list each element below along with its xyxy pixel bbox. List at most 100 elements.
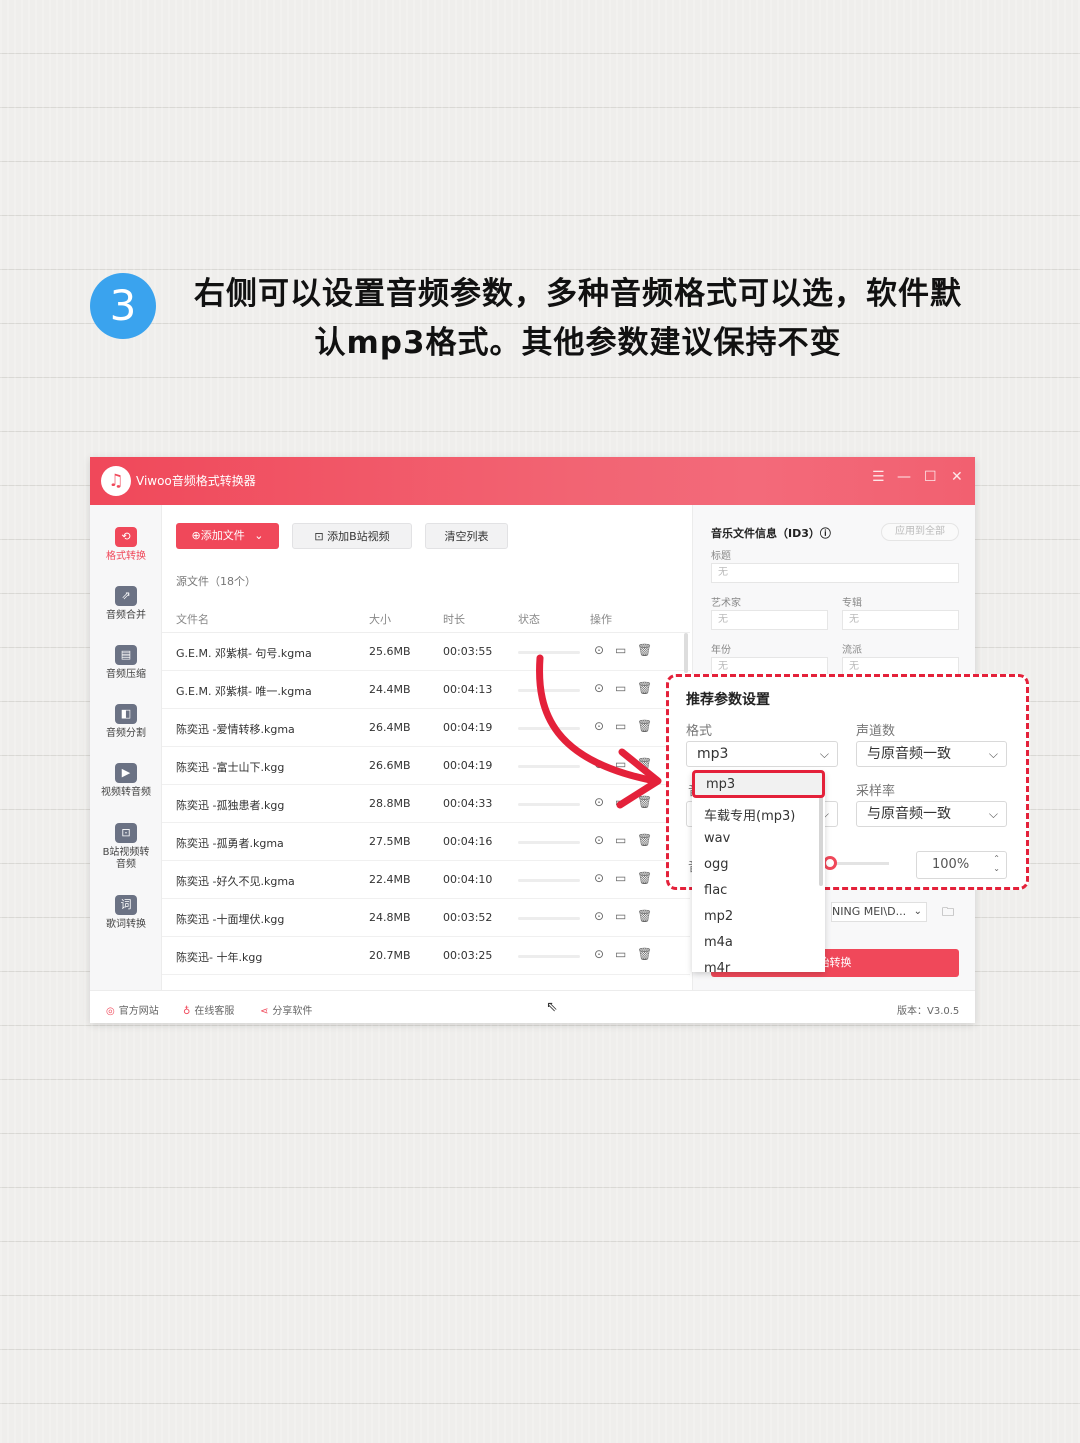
trash-icon[interactable]: 🗑 xyxy=(637,947,652,961)
dropdown-option[interactable]: wav xyxy=(704,831,730,846)
play-icon[interactable]: ⊙ xyxy=(594,757,604,771)
table-scrollbar[interactable] xyxy=(684,633,688,673)
volume-slider-handle[interactable] xyxy=(823,856,837,870)
folder-icon[interactable]: ▭ xyxy=(615,719,626,733)
volume-slider-track[interactable] xyxy=(829,862,889,865)
minimize-icon[interactable]: — xyxy=(897,469,911,485)
add-file-button[interactable]: ⊕添加文件 ⌄ xyxy=(176,523,279,549)
dropdown-option[interactable]: m4a xyxy=(704,935,733,950)
table-row[interactable]: 陈奕迅 -好久不见.kgma 22.4MB 00:04:10 ⊙ ▭ 🗑 xyxy=(162,861,690,899)
official-site-label: 官方网站 xyxy=(118,1006,159,1017)
dropdown-selected-option[interactable]: mp3 xyxy=(692,770,825,798)
table-row[interactable]: 陈奕迅 -孤勇者.kgma 27.5MB 00:04:16 ⊙ ▭ 🗑 xyxy=(162,823,690,861)
volume-percent-stepper[interactable]: 100% ⌃ ⌄ xyxy=(916,851,1007,879)
trash-icon[interactable]: 🗑 xyxy=(637,681,652,695)
globe-icon: ◎ xyxy=(106,1006,115,1017)
sidebar-item-lyrics-convert[interactable]: 词 歌词转换 xyxy=(90,895,162,931)
table-row[interactable]: 陈奕迅 -富士山下.kgg 26.6MB 00:04:19 ⊙ ▭ 🗑 xyxy=(162,747,690,785)
table-row[interactable]: 陈奕迅 -孤独患者.kgg 28.8MB 00:04:33 ⊙ ▭ 🗑 xyxy=(162,785,690,823)
sidebar-item-label: 音频分割 xyxy=(106,728,146,739)
convert-icon: ⟲ xyxy=(115,527,137,547)
file-duration: 00:03:52 xyxy=(443,911,493,924)
version-label: 版本：V3.0.5 xyxy=(897,1006,960,1017)
online-service-link[interactable]: ♁ 在线客服 xyxy=(183,1002,234,1017)
status-progress-bar xyxy=(518,765,580,768)
table-row[interactable]: 陈奕迅 -爱情转移.kgma 26.4MB 00:04:19 ⊙ ▭ 🗑 xyxy=(162,709,690,747)
folder-icon[interactable]: ▭ xyxy=(615,681,626,695)
file-duration: 00:04:10 xyxy=(443,873,493,886)
trash-icon[interactable]: 🗑 xyxy=(637,795,652,809)
sidebar-item-format-convert[interactable]: ⟲ 格式转换 xyxy=(90,527,162,563)
title-field[interactable]: 无 xyxy=(711,563,959,583)
file-name: 陈奕迅 -爱情转移.kgma xyxy=(176,723,295,736)
play-icon[interactable]: ⊙ xyxy=(594,871,604,885)
close-icon[interactable]: ✕ xyxy=(951,469,963,485)
dropdown-option[interactable]: 车载专用(mp3) xyxy=(704,805,795,824)
folder-icon[interactable]: ▭ xyxy=(615,757,626,771)
dropdown-option[interactable]: flac xyxy=(704,883,727,898)
sidebar-item-label: 视频转音频 xyxy=(101,787,151,798)
file-duration: 00:03:25 xyxy=(443,949,493,962)
official-site-link[interactable]: ◎ 官方网站 xyxy=(106,1002,159,1017)
maximize-icon[interactable]: ☐ xyxy=(924,469,937,485)
dropdown-option[interactable]: mp2 xyxy=(704,909,733,924)
share-link[interactable]: ⋖ 分享软件 xyxy=(260,1002,312,1017)
play-icon[interactable]: ⊙ xyxy=(594,681,604,695)
folder-icon[interactable]: ▭ xyxy=(615,871,626,885)
trash-icon[interactable]: 🗑 xyxy=(637,833,652,847)
online-service-label: 在线客服 xyxy=(194,1006,235,1017)
file-name: 陈奕迅 -孤独患者.kgg xyxy=(176,799,285,812)
folder-icon[interactable]: ▭ xyxy=(615,909,626,923)
file-size: 20.7MB xyxy=(369,949,411,962)
add-bilibili-button[interactable]: ⊡ 添加B站视频 xyxy=(292,523,412,549)
volume-percent-value: 100% xyxy=(932,857,970,872)
trash-icon[interactable]: 🗑 xyxy=(637,719,652,733)
sidebar-item-audio-split[interactable]: ◧ 音频分割 xyxy=(90,704,162,740)
year-label: 年份 xyxy=(711,645,731,656)
trash-icon[interactable]: 🗑 xyxy=(637,871,652,885)
sidebar-item-audio-compress[interactable]: ▤ 音频压缩 xyxy=(90,645,162,681)
dropdown-option[interactable]: m4r xyxy=(704,961,730,972)
trash-icon[interactable]: 🗑 xyxy=(637,757,652,771)
app-logo-icon: ♫ xyxy=(101,466,131,496)
album-field[interactable]: 无 xyxy=(842,610,959,630)
file-duration: 00:04:19 xyxy=(443,759,493,772)
clear-list-button[interactable]: 清空列表 xyxy=(425,523,508,549)
sidebar-item-audio-merge[interactable]: ⇗ 音频合并 xyxy=(90,586,162,622)
play-icon[interactable]: ⊙ xyxy=(594,719,604,733)
table-row[interactable]: 陈奕迅- 十年.kgg 20.7MB 00:03:25 ⊙ ▭ 🗑 xyxy=(162,937,690,975)
menu-icon[interactable]: ☰ xyxy=(872,469,885,485)
play-icon[interactable]: ⊙ xyxy=(594,947,604,961)
heading-line-1: 右侧可以设置音频参数，多种音频格式可以选，软件默 xyxy=(194,276,962,312)
file-size: 27.5MB xyxy=(369,835,411,848)
file-size: 24.8MB xyxy=(369,911,411,924)
stepper-arrows-icon[interactable]: ⌃ ⌄ xyxy=(993,854,1000,874)
lyrics-icon: 词 xyxy=(115,895,137,915)
sidebar-item-bilibili-to-audio[interactable]: ⊡ B站视频转 音频 xyxy=(90,823,162,871)
folder-icon[interactable]: ▭ xyxy=(615,643,626,657)
dropdown-option[interactable]: ogg xyxy=(704,857,728,872)
format-select[interactable]: mp3 ⌵ xyxy=(686,741,838,767)
channels-select[interactable]: 与原音频一致 ⌵ xyxy=(856,741,1007,767)
table-row[interactable]: G.E.M. 邓紫棋- 句号.kgma 25.6MB 00:03:55 ⊙ ▭ 🗑 xyxy=(162,633,690,671)
sample-rate-select[interactable]: 与原音频一致 ⌵ xyxy=(856,801,1007,827)
folder-icon[interactable]: ▭ xyxy=(615,795,626,809)
output-folder-select[interactable]: NING MEI\D... ⌄ xyxy=(831,902,927,922)
trash-icon[interactable]: 🗑 xyxy=(637,909,652,923)
play-icon[interactable]: ⊙ xyxy=(594,909,604,923)
folder-icon[interactable]: ▭ xyxy=(615,833,626,847)
file-size: 26.6MB xyxy=(369,759,411,772)
apply-all-button[interactable]: 应用到全部 xyxy=(881,523,959,541)
bilibili-icon: ⊡ xyxy=(115,823,137,843)
play-icon[interactable]: ⊙ xyxy=(594,833,604,847)
play-icon[interactable]: ⊙ xyxy=(594,643,604,657)
play-icon[interactable]: ⊙ xyxy=(594,795,604,809)
table-row[interactable]: 陈奕迅 -十面埋伏.kgg 24.8MB 00:03:52 ⊙ ▭ 🗑 xyxy=(162,899,690,937)
folder-icon[interactable]: ▭ xyxy=(615,947,626,961)
sidebar-item-video-to-audio[interactable]: ▶ 视频转音频 xyxy=(90,763,162,799)
table-row[interactable]: G.E.M. 邓紫棋- 唯一.kgma 24.4MB 00:04:13 ⊙ ▭ 🗑 xyxy=(162,671,690,709)
trash-icon[interactable]: 🗑 xyxy=(637,643,652,657)
artist-field[interactable]: 无 xyxy=(711,610,828,630)
folder-icon[interactable]: 🗀 xyxy=(938,902,958,922)
status-progress-bar xyxy=(518,955,580,958)
